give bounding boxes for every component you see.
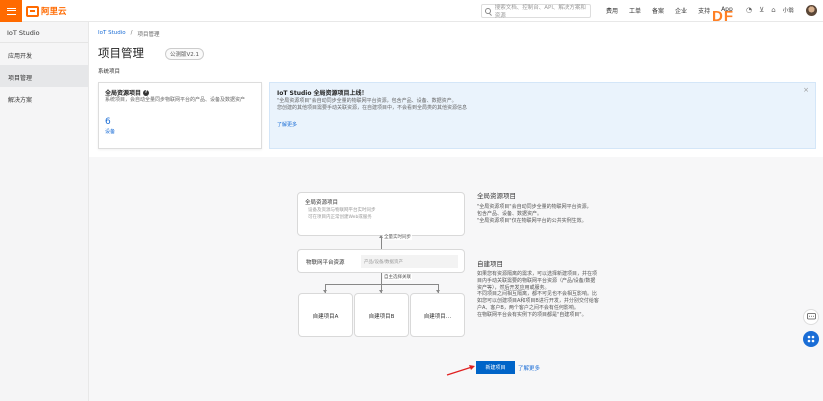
notification-bell-icon[interactable]: ◔ — [746, 6, 752, 14]
diagram-edge-sync: 全量实时同步 — [383, 234, 412, 240]
explain-line: 在物联网平台会有实例下的项目都是"自建项目"。 — [477, 311, 587, 318]
explain-line: "全局资源项目"仅在物联网平台的公共实例生效。 — [477, 217, 587, 224]
card-title-row: 全局资源项目 ? — [105, 88, 150, 97]
breadcrumb: IoT Studio / 项目管理 — [98, 30, 160, 38]
diagram-global-title: 全局资源项目 — [305, 200, 339, 206]
explain-line: 目内手动关联需要的物联网平台资源（产品/设备/数据 — [477, 277, 596, 284]
announcement-line: "全局资源项目"会自动同步全量的物联网平台资源，包含产品、设备、数据资产。 — [277, 98, 457, 104]
main-content: IoT Studio / 项目管理 项目管理 公测版V2.1 系统项目 全局资源… — [89, 22, 823, 401]
diagram-self-project-label: 自建项目… — [423, 314, 452, 320]
announcement-body: "全局资源项目"会自动同步全量的物联网平台资源，包含产品、设备、数据资产。 您创… — [277, 98, 467, 111]
explain-line: 包含产品、设备、数据资产。 — [477, 210, 543, 217]
diagram-global-sub: 设备及资源与物联网平台实时同步 — [308, 208, 376, 213]
top-icons: ◔ ⊻ ⌂ 小翁 — [746, 6, 794, 14]
sidebar-item-project-management[interactable]: 项目管理 — [0, 65, 88, 87]
annotation-arrow-icon — [446, 365, 475, 376]
section-label: 系统项目 — [98, 69, 121, 75]
diagram-self-project-label: 自建项目A — [312, 314, 339, 320]
nav-filing[interactable]: 备案 — [652, 6, 664, 15]
sidebar-title: IoT Studio — [0, 22, 88, 43]
chat-bubble-icon[interactable] — [803, 309, 819, 325]
search-icon — [485, 8, 491, 14]
nav-support[interactable]: 支持 — [698, 6, 710, 15]
close-icon[interactable]: × — [803, 86, 809, 94]
username[interactable]: 小翁 — [783, 6, 794, 14]
brand-name: 阿里云 — [41, 7, 67, 17]
announcement-banner: IoT Studio 全局资源项目上线！ "全局资源项目"会自动同步全量的物联网… — [269, 82, 816, 149]
diagram-self-project-box: 自建项目A — [298, 293, 353, 337]
create-project-button[interactable]: 新建项目 — [476, 361, 515, 374]
brand-logo[interactable]: 阿里云 — [26, 5, 67, 17]
diagram-global-project-box: 全局资源项目 设备及资源与物联网平台实时同步 可在项目内正常创建Web或服务 — [297, 192, 465, 236]
hamburger-menu-icon[interactable] — [0, 0, 22, 22]
learn-more-link[interactable]: 了解更多 — [518, 364, 540, 372]
global-project-heading: 全局资源项目 — [477, 192, 516, 200]
aliyun-logo-icon — [26, 5, 39, 17]
announcement-title: IoT Studio 全局资源项目上线！ — [277, 90, 368, 97]
search-box[interactable]: 搜索文档、控制台、API、解决方案和资源 — [481, 4, 591, 19]
self-project-heading: 自建项目 — [477, 260, 503, 268]
diagram-edge-select: 自主选择关联 — [383, 274, 412, 280]
diagram-platform-label: 物联网平台资源 — [306, 260, 345, 266]
explain-line: 户A、客户B，两个客户之间不会有任何影响。 — [477, 304, 579, 311]
sidebar: IoT Studio 应用开发 项目管理 解决方案 — [0, 22, 89, 401]
help-icon[interactable]: ⌂ — [771, 6, 775, 14]
diagram-self-project-label: 自建项目B — [368, 314, 395, 320]
sidebar-item-app-dev[interactable]: 应用开发 — [0, 43, 88, 65]
global-resource-card[interactable]: 全局资源项目 ? 系统项目，会自动全量同步物联网平台的产品、设备及数据资产 6 … — [98, 82, 262, 149]
device-count[interactable]: 6 — [105, 117, 111, 127]
page-title: 项目管理 — [98, 46, 144, 60]
nav-fees[interactable]: 费用 — [606, 6, 618, 15]
card-title: 全局资源项目 — [105, 90, 142, 97]
self-project-text: 如果您有资源隔离的需求，可以选择新建项目，并在项 目内手动关联需要的物联网平台资… — [477, 271, 599, 319]
diagram-global-sub: 可在项目内正常创建Web或服务 — [308, 215, 372, 220]
device-count-unit: 设备 — [105, 129, 116, 135]
help-question-icon[interactable]: ? — [143, 89, 150, 96]
global-project-text: "全局资源项目"会自动同步全量的物联网平台资源， 包含产品、设备、数据资产。 "… — [477, 204, 592, 224]
breadcrumb-separator: / — [130, 30, 133, 36]
diagram-self-project-box: 自建项目B — [354, 293, 409, 337]
explain-line: 如您可以创建项目A和项目B进行开发，并分别交付给客 — [477, 298, 599, 305]
explain-line: 如果您有资源隔离的需求，可以选择新建项目，并在项 — [477, 271, 598, 277]
breadcrumb-current: 项目管理 — [137, 32, 160, 38]
explain-line: "全局资源项目"会自动同步全量的物联网平台资源， — [477, 204, 592, 210]
avatar[interactable] — [806, 5, 817, 16]
announcement-learn-more-link[interactable]: 了解更多 — [277, 121, 297, 128]
cart-icon[interactable]: ⊻ — [759, 6, 764, 14]
diagram-connector — [381, 273, 382, 284]
announcement-line: 您创建的其他项目需要手动关联资源，在自建项目中，不会看到全局类的其他资源信息 — [277, 104, 468, 111]
nav-enterprise[interactable]: 企业 — [675, 6, 687, 15]
apps-grid-icon[interactable] — [803, 331, 819, 347]
diagram-platform-resources-box: 物联网平台资源 产品/设备/数据资产 — [297, 249, 465, 273]
nav-tickets[interactable]: 工单 — [629, 6, 641, 15]
diagram-platform-field: 产品/设备/数据资产 — [361, 255, 458, 268]
sidebar-item-solutions[interactable]: 解决方案 — [0, 87, 88, 109]
diagram-self-project-box: 自建项目… — [410, 293, 465, 337]
card-description: 系统项目，会自动全量同步物联网平台的产品、设备及数据资产 — [105, 97, 246, 103]
version-badge: 公测版V2.1 — [165, 48, 205, 60]
search-placeholder: 搜索文档、控制台、API、解决方案和资源 — [494, 5, 586, 19]
top-bar: 阿里云 搜索文档、控制台、API、解决方案和资源 费用 工单 备案 企业 支持 … — [0, 0, 823, 25]
breadcrumb-root[interactable]: IoT Studio — [98, 30, 126, 38]
